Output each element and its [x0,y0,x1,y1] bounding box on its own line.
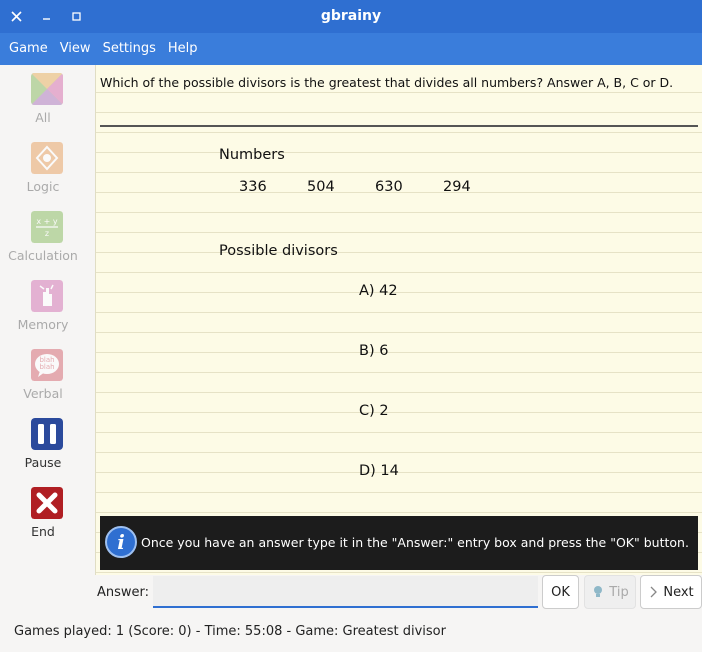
maximize-icon [71,12,81,21]
info-icon: i [105,526,137,558]
sidebar-item-calculation[interactable]: x + y z Calculation [0,203,86,269]
numbers-heading: Numbers [219,147,285,163]
menu-view[interactable]: View [55,33,96,65]
answer-input[interactable] [153,576,538,608]
number-value: 630 [375,179,403,195]
number-value: 504 [307,179,335,195]
sidebar-toolbar: All Logic x + y z Calculation Memory bla… [0,65,86,575]
end-icon [31,487,63,519]
option-b: B) 6 [359,343,389,359]
answer-label: Answer: [97,585,150,600]
lightbulb-icon [594,586,603,597]
svg-text:blah: blah [39,363,54,371]
option-c: C) 2 [359,403,389,419]
ok-button-label: OK [551,584,570,600]
calculation-icon: x + y z [31,211,63,243]
sidebar-item-label: Calculation [8,248,78,263]
number-value: 294 [443,179,471,195]
number-value: 336 [239,179,267,195]
end-button[interactable]: End [0,479,86,545]
close-window-button[interactable] [1,0,31,33]
minimize-icon [42,18,50,20]
svg-text:x + y: x + y [36,217,58,226]
option-a: A) 42 [359,283,398,299]
window-title: gbrainy [320,8,382,24]
verbal-icon: blah blah [31,349,63,381]
minimize-window-button[interactable] [31,0,61,33]
info-bar: i Once you have an answer type it in the… [100,516,698,570]
menu-help[interactable]: Help [163,33,203,65]
ok-button[interactable]: OK [542,575,579,609]
svg-text:z: z [45,229,49,238]
sidebar-item-logic[interactable]: Logic [0,134,86,200]
pause-button[interactable]: Pause [0,410,86,476]
option-d: D) 14 [359,463,399,479]
memory-icon [31,280,63,312]
sidebar-item-verbal[interactable]: blah blah Verbal [0,341,86,407]
sidebar-item-label: Logic [26,179,60,194]
tip-button-label: Tip [609,584,629,600]
pause-icon [31,418,63,450]
info-message: Once you have an answer type it in the "… [141,535,689,550]
sidebar-item-label: Verbal [23,386,63,401]
sidebar-item-all[interactable]: All [0,65,86,131]
menu-game[interactable]: Game [4,33,53,65]
puzzle-area [95,65,702,575]
sidebar-item-label: All [35,110,51,125]
question-text: Which of the possible divisors is the gr… [100,75,674,90]
menu-bar: Game View Settings Help [0,33,702,65]
maximize-window-button[interactable] [61,0,91,33]
divisors-heading: Possible divisors [219,243,338,259]
divider [100,125,698,127]
tip-button[interactable]: Tip [584,575,636,609]
sidebar-item-label: Pause [24,455,62,470]
menu-settings[interactable]: Settings [98,33,161,65]
chevron-right-icon [650,586,658,598]
sidebar-item-label: End [31,524,55,539]
logic-icon [31,142,63,174]
next-button[interactable]: Next [640,575,702,609]
status-bar: Games played: 1 (Score: 0) - Time: 55:08… [14,624,446,639]
all-games-icon [31,73,63,105]
next-button-label: Next [663,584,694,600]
sidebar-item-memory[interactable]: Memory [0,272,86,338]
title-bar: gbrainy [0,0,702,33]
sidebar-item-label: Memory [17,317,69,332]
close-icon [10,11,22,22]
